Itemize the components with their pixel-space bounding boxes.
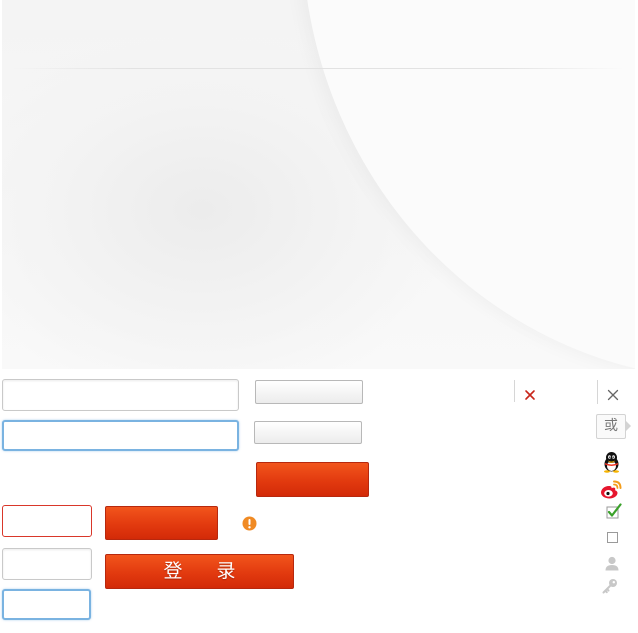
gray-button-hover[interactable] xyxy=(254,421,362,444)
banner-arc-decoration xyxy=(302,0,635,369)
qq-icon[interactable] xyxy=(601,451,622,473)
close-icon[interactable] xyxy=(607,388,619,401)
red-button-small[interactable] xyxy=(105,506,218,540)
login-button[interactable]: 登 录 xyxy=(105,554,294,589)
weibo-icon[interactable] xyxy=(600,480,622,500)
banner-divider xyxy=(12,68,624,69)
or-separator-label: 或 xyxy=(604,418,618,434)
login-button-label: 登 录 xyxy=(163,560,250,582)
text-input-small-error[interactable] xyxy=(2,505,92,537)
text-input-small-focused[interactable] xyxy=(2,589,91,620)
text-input-large[interactable] xyxy=(2,379,239,411)
gray-button[interactable] xyxy=(255,380,363,404)
red-button[interactable] xyxy=(256,462,369,497)
or-separator-arrow xyxy=(626,421,631,431)
banner-background xyxy=(2,0,635,369)
warning-icon xyxy=(242,516,257,531)
user-icon xyxy=(605,556,619,571)
key-icon xyxy=(602,578,618,594)
vertical-divider xyxy=(597,380,598,404)
checkbox-checked-icon[interactable] xyxy=(606,503,622,519)
text-input-small[interactable] xyxy=(2,548,92,580)
or-separator-badge: 或 xyxy=(596,414,626,439)
text-input-large-focused[interactable] xyxy=(2,420,239,451)
vertical-divider xyxy=(514,380,515,402)
checkbox-icon[interactable] xyxy=(607,532,618,543)
close-icon[interactable] xyxy=(524,388,536,400)
